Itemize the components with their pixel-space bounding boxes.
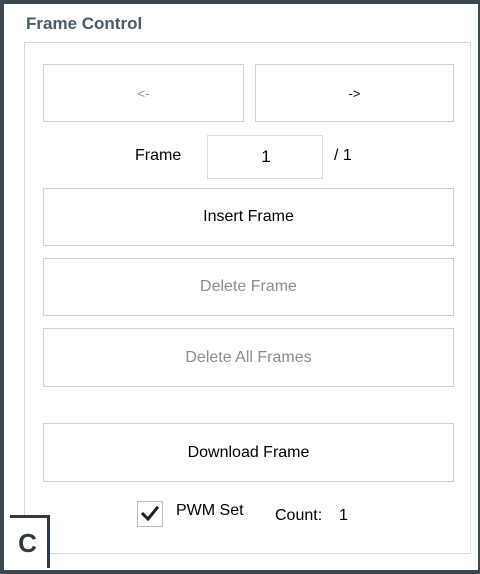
frame-control-panel: Frame Control <- -> Frame / 1 Insert Fra… [0,0,480,574]
count-value: 1 [339,507,348,524]
frame-total-label: / 1 [334,147,352,164]
frame-label: Frame [135,147,182,164]
check-mark-icon [141,506,159,522]
insert-frame-button[interactable]: Insert Frame [43,188,454,246]
next-frame-button[interactable]: -> [255,64,454,122]
panel-title: Frame Control [23,14,146,34]
download-frame-button[interactable]: Download Frame [43,423,454,482]
pwm-set-label: PWM Set [176,502,244,519]
previous-frame-button[interactable]: <- [43,64,244,122]
pwm-set-checkbox[interactable] [137,501,163,527]
delete-frame-button[interactable]: Delete Frame [43,258,454,316]
figure-panel-label: C [10,515,50,568]
delete-all-frames-button[interactable]: Delete All Frames [43,328,454,387]
count-label: Count: [275,507,323,524]
frame-number-input[interactable] [207,135,323,179]
